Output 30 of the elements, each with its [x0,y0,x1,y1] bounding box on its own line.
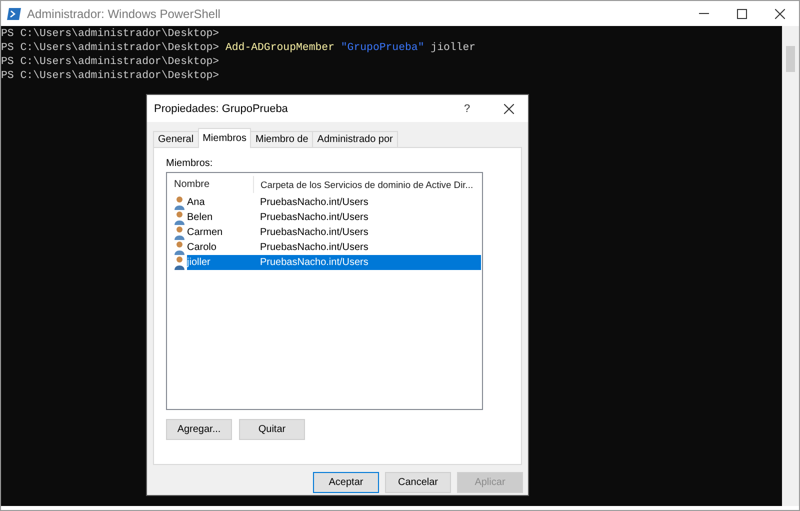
member-folder[interactable]: PruebasNacho.int/Users [254,195,481,210]
header-text: Nombre [174,179,210,190]
header-text: Carpeta de los Servicios de dominio de Active Dir... [260,179,474,190]
console-text: PS C:\Users\administrador\Desktop> [1,55,220,69]
help-button[interactable]: ? [444,102,490,114]
list-button[interactable]: Quitar [239,419,305,440]
tab[interactable]: Administrado por [312,131,398,148]
console-text: PS C:\Users\administrador\Desktop> [1,27,220,41]
members-label: Miembros: [166,158,214,169]
console-text: "GrupoPrueba" [340,41,424,55]
console-text: jioller [430,41,476,55]
tab[interactable]: General [153,131,199,148]
member-folder[interactable]: PruebasNacho.int/Users [254,210,481,225]
member-folder[interactable]: PruebasNacho.int/Users [254,225,481,240]
member-folder[interactable]: PruebasNacho.int/Users [254,240,481,255]
member-name[interactable]: Carmen [187,225,254,240]
tab[interactable]: Miembros [198,128,252,148]
member-folder[interactable]: PruebasNacho.int/Users [254,255,481,270]
member-name[interactable]: Belen [187,210,254,225]
console-text: Add-ADGroupMember [225,41,334,55]
member-name[interactable]: jioller [187,255,254,270]
dialog-button[interactable]: Cancelar [385,472,451,493]
list-button[interactable]: Agregar... [166,419,232,440]
console-text: PS C:\Users\administrador\Desktop> [1,69,220,83]
window-title: Administrador: Windows PowerShell [27,6,222,20]
dialog-title: Propiedades: GrupoPrueba [154,102,289,114]
member-name[interactable]: Carolo [187,240,254,255]
console-text: PS C:\Users\administrador\Desktop> [1,41,220,55]
member-name[interactable]: Ana [187,195,254,210]
dialog-button[interactable]: Aceptar [313,472,379,493]
